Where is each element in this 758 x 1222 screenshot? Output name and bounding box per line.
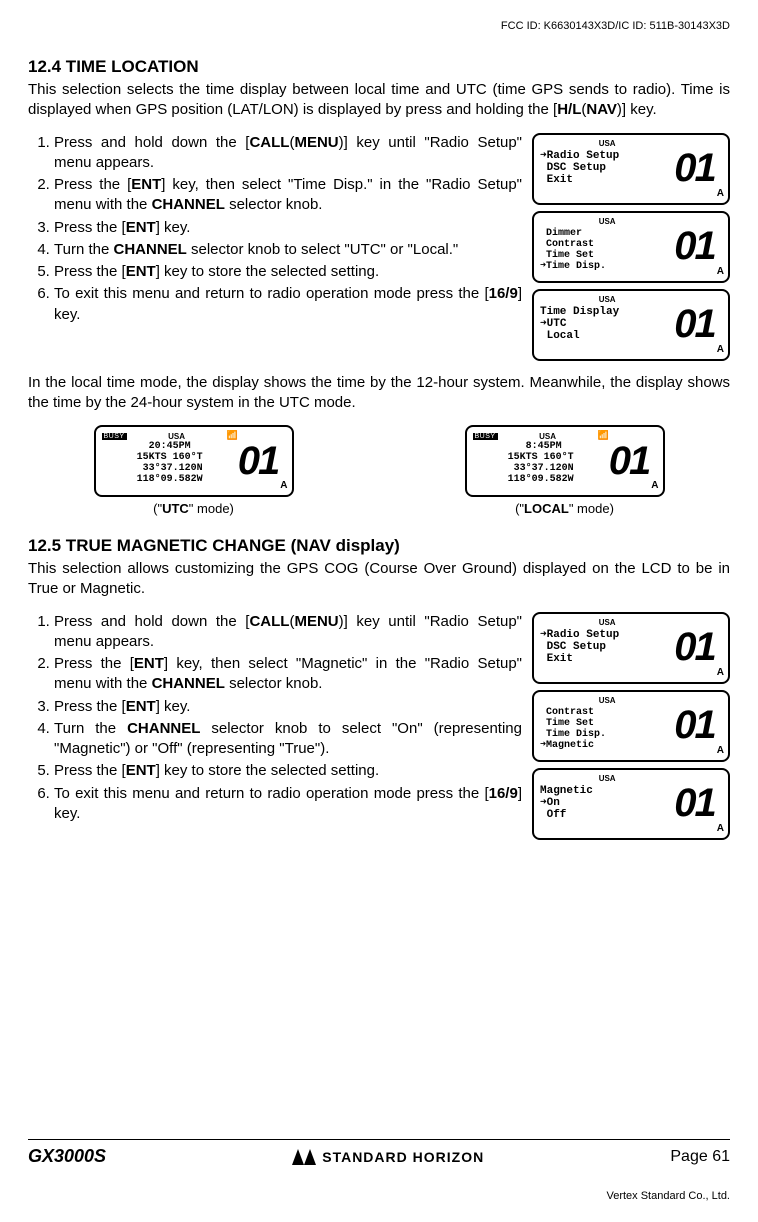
section-12-4-intro: This selection selects the time display …	[28, 80, 730, 121]
step-5: Press the [ENT] key to store the selecte…	[54, 262, 522, 282]
lcd-display-radio-setup: USA ➜Radio Setup DSC Setup Exit 01A	[532, 133, 730, 205]
brand-logo-icon	[292, 1149, 316, 1165]
section-12-5-intro: This selection allows customizing the GP…	[28, 559, 730, 600]
utc-mode-caption: ("UTC" mode)	[94, 501, 294, 516]
step-4: Turn the CHANNEL selector knob to select…	[54, 240, 522, 260]
section-12-5-heading: 12.5 TRUE MAGNETIC CHANGE (NAV display)	[28, 536, 730, 556]
section-12-5-steps: Press and hold down the [CALL(MENU)] key…	[28, 612, 522, 825]
footer-brand: STANDARD HORIZON	[292, 1149, 484, 1165]
lcd-display-on-off: USA Magnetic ➜On Off 01A	[532, 768, 730, 840]
section-12-4-mid-para: In the local time mode, the display show…	[28, 373, 730, 414]
step-2: Press the [ENT] key, then select "Magnet…	[54, 654, 522, 695]
step-1: Press and hold down the [CALL(MENU)] key…	[54, 133, 522, 174]
step-1: Press and hold down the [CALL(MENU)] key…	[54, 612, 522, 653]
step-6: To exit this menu and return to radio op…	[54, 784, 522, 825]
section-12-4-steps: Press and hold down the [CALL(MENU)] key…	[28, 133, 522, 325]
local-mode-caption: ("LOCAL" mode)	[465, 501, 665, 516]
lcd-display-time-disp: USA Dimmer Contrast Time Set ➜Time Disp.…	[532, 211, 730, 283]
vertex-copyright: Vertex Standard Co., Ltd.	[606, 1190, 730, 1202]
signal-icon: 📶	[598, 431, 609, 441]
page-footer: GX3000S STANDARD HORIZON Page 61	[28, 1139, 730, 1167]
lcd-display-utc-local: USA Time Display ➜UTC Local 01A	[532, 289, 730, 361]
signal-icon: 📶	[227, 431, 238, 441]
lcd-display-magnetic: USA Contrast Time Set Time Disp. ➜Magnet…	[532, 690, 730, 762]
step-3: Press the [ENT] key.	[54, 218, 522, 238]
step-6: To exit this menu and return to radio op…	[54, 284, 522, 325]
lcd-display-utc-mode: BUSYUSA📶 20:45PM 15KTS 160°T 33°37.120N …	[94, 425, 294, 497]
fcc-id-header: FCC ID: K6630143X3D/IC ID: 511B-30143X3D	[28, 20, 730, 32]
step-2: Press the [ENT] key, then select "Time D…	[54, 175, 522, 216]
step-5: Press the [ENT] key to store the selecte…	[54, 761, 522, 781]
step-3: Press the [ENT] key.	[54, 697, 522, 717]
section-12-4-heading: 12.4 TIME LOCATION	[28, 57, 730, 77]
step-4: Turn the CHANNEL selector knob to select…	[54, 719, 522, 760]
footer-page-number: Page 61	[670, 1148, 730, 1166]
lcd-display-local-mode: BUSYUSA📶 8:45PM 15KTS 160°T 33°37.120N 1…	[465, 425, 665, 497]
footer-model: GX3000S	[28, 1146, 106, 1167]
lcd-display-radio-setup-2: USA ➜Radio Setup DSC Setup Exit 01A	[532, 612, 730, 684]
